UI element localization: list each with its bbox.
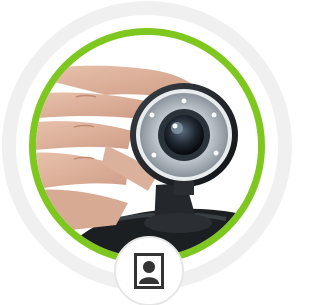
contact-card-icon xyxy=(134,253,164,289)
contact-card-badge[interactable] xyxy=(114,236,184,305)
avatar-photo[interactable] xyxy=(36,35,258,257)
profile-avatar-widget xyxy=(0,0,294,305)
webcam-in-hand-image xyxy=(36,35,258,257)
